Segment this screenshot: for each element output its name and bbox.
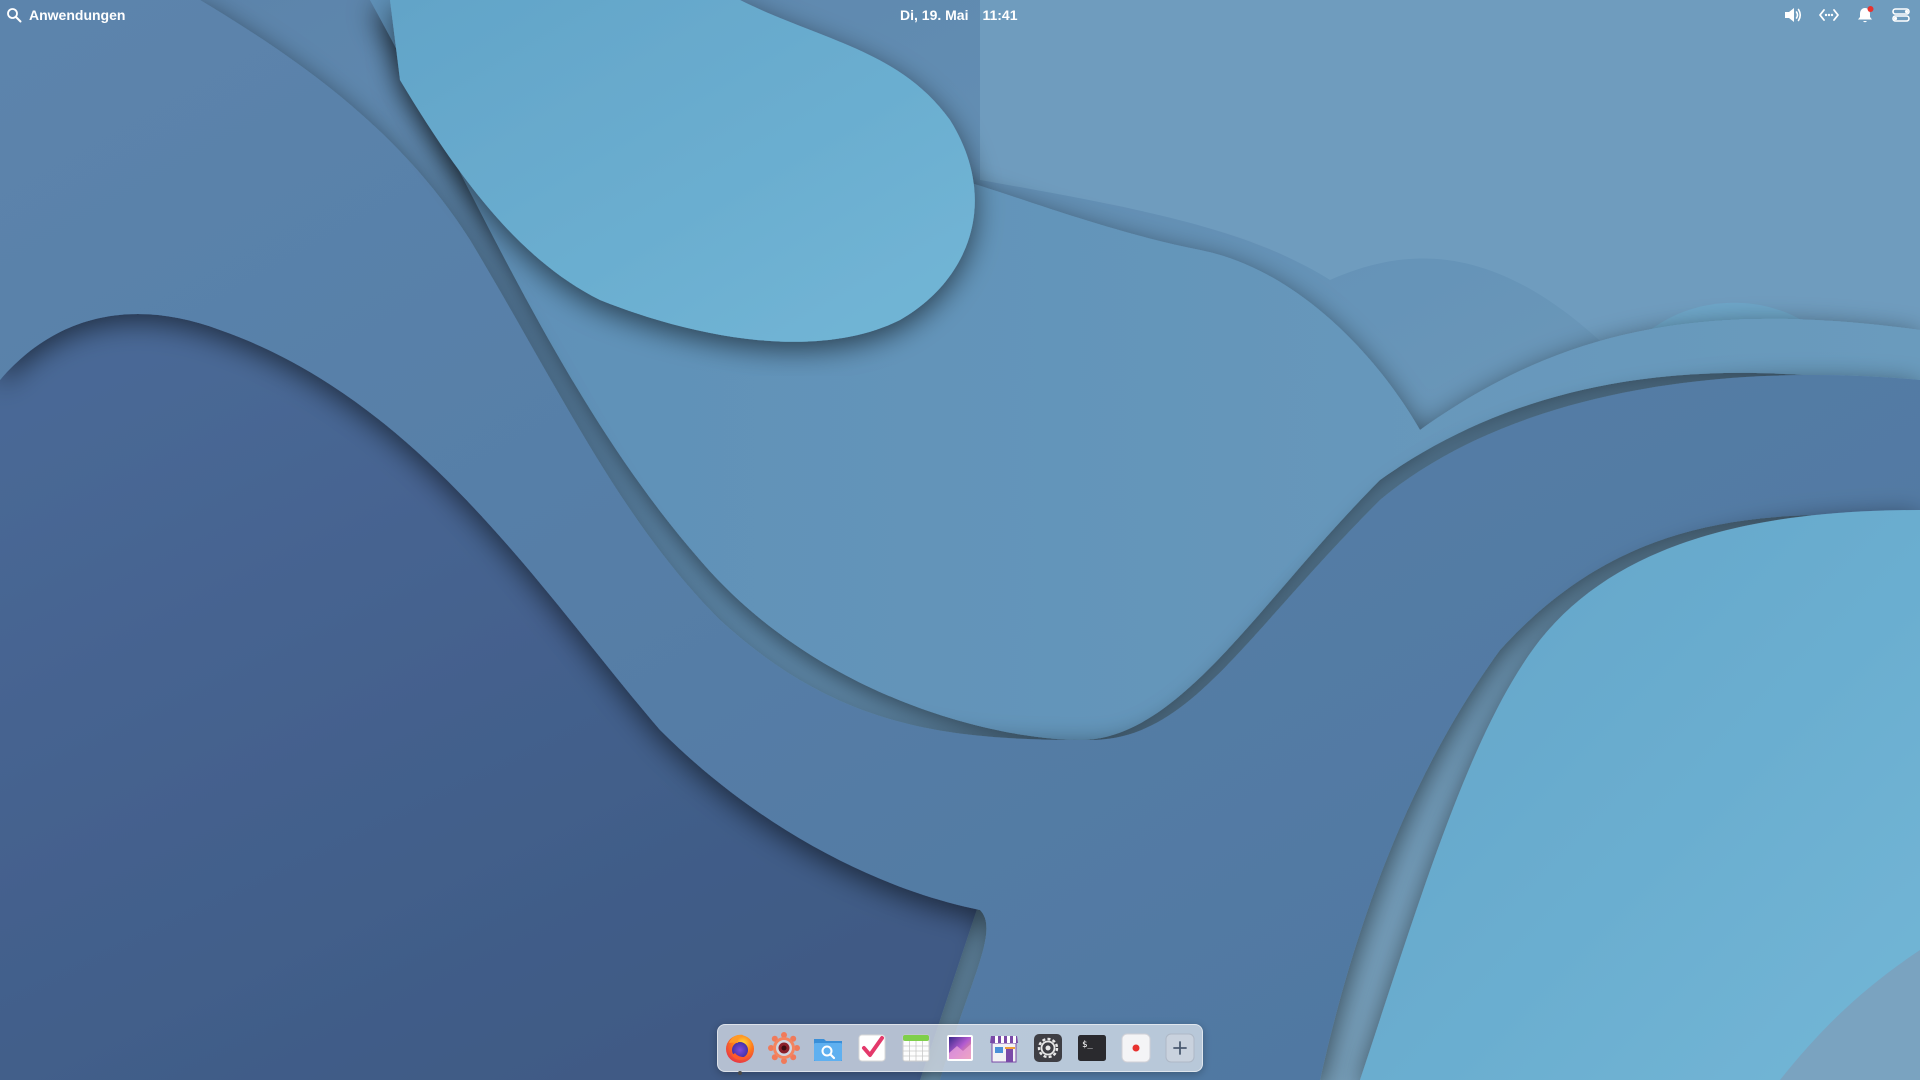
running-indicator [738, 1071, 742, 1075]
dock-item-photos[interactable] [943, 1031, 977, 1065]
files-icon [814, 1039, 842, 1061]
photobooth-camera-icon [768, 1032, 800, 1064]
date-time-indicator[interactable]: Di, 19. Mai 11:41 [900, 6, 1018, 24]
add-workspace-icon [1165, 1033, 1195, 1063]
dock-item-appcenter[interactable] [987, 1031, 1021, 1065]
session-menu-icon[interactable] [1890, 5, 1912, 25]
dock-item-calendar[interactable] [899, 1031, 933, 1065]
terminal-icon: $_ [1078, 1035, 1106, 1061]
dock-item-camera[interactable] [767, 1031, 801, 1065]
volume-icon[interactable] [1782, 5, 1804, 25]
dock-item-terminal[interactable]: $_ [1075, 1031, 1109, 1065]
date-label: Di, 19. Mai [900, 7, 969, 23]
applications-label: Anwendungen [29, 7, 126, 23]
time-label: 11:41 [982, 7, 1018, 23]
dock: $_ [717, 1024, 1203, 1075]
notifications-icon[interactable] [1854, 5, 1876, 25]
dock-item-firefox[interactable] [723, 1031, 757, 1075]
desktop[interactable]: Anwendungen Di, 19. Mai 11:41 $_ [0, 0, 1920, 1080]
search-icon [6, 7, 22, 23]
screen-recorder-icon [1121, 1033, 1151, 1063]
photos-icon [947, 1035, 973, 1061]
network-wired-icon[interactable] [1818, 5, 1840, 25]
dock-item-screen-recorder[interactable] [1119, 1031, 1153, 1065]
tasks-icon [858, 1034, 886, 1062]
appcenter-icon [990, 1036, 1018, 1063]
firefox-icon [726, 1034, 754, 1063]
dock-item-tasks[interactable] [855, 1031, 889, 1065]
dock-item-files[interactable] [811, 1031, 845, 1065]
system-settings-icon [1034, 1034, 1062, 1062]
applications-menu-button[interactable]: Anwendungen [6, 6, 125, 24]
dock-item-add-workspace[interactable] [1163, 1031, 1197, 1065]
top-panel: Anwendungen Di, 19. Mai 11:41 [0, 0, 1920, 30]
wallpaper [0, 0, 1920, 1080]
calendar-icon [902, 1034, 930, 1062]
svg-text:$_: $_ [1082, 1040, 1093, 1050]
dock-item-settings[interactable] [1031, 1031, 1065, 1065]
